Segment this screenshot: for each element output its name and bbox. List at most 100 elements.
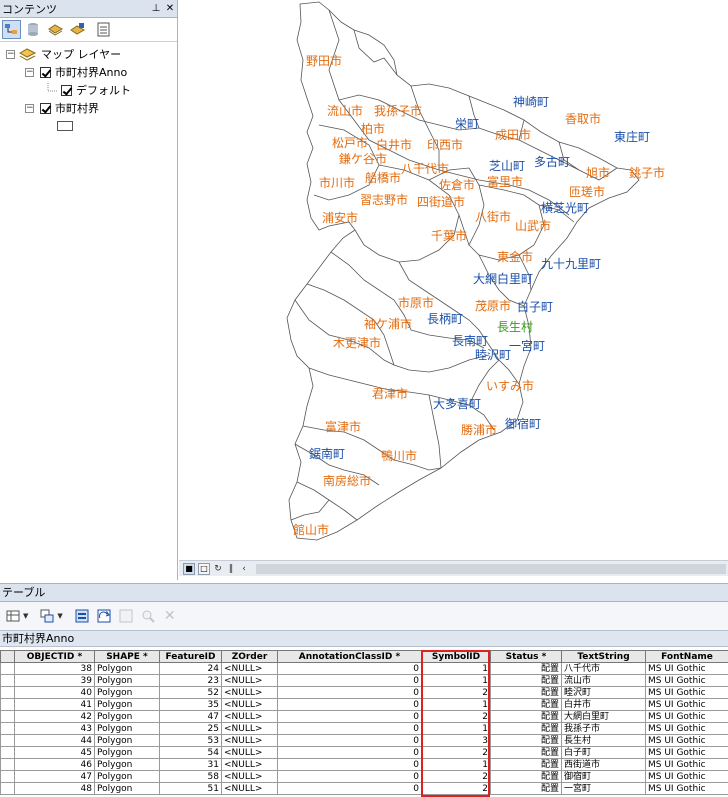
table-cell[interactable]: 配置 xyxy=(490,734,562,747)
row-selector[interactable] xyxy=(0,746,15,759)
table-cell[interactable]: 0 xyxy=(277,746,422,759)
layout-view-icon[interactable]: □ xyxy=(198,562,210,575)
column-header[interactable]: ZOrder xyxy=(221,650,278,663)
table-row[interactable]: 47 Polygon 58 <NULL> 0 2 配置 御宿町 MS UI Gothic xyxy=(0,770,728,783)
table-cell[interactable]: 1 xyxy=(421,662,491,675)
table-row[interactable]: 44 Polygon 53 <NULL> 0 3 配置 長生村 MS UI Gothic xyxy=(0,734,728,747)
table-cell[interactable]: MS UI Gothic xyxy=(645,710,728,723)
row-selector[interactable] xyxy=(0,722,15,735)
table-cell[interactable]: 38 xyxy=(14,662,95,675)
table-options-dropdown-icon[interactable]: ▼ xyxy=(23,612,28,620)
row-selector[interactable] xyxy=(0,698,15,711)
table-row[interactable]: 39 Polygon 23 <NULL> 0 1 配置 流山市 MS UI Gothic xyxy=(0,674,728,687)
table-cell[interactable]: 一宮町 xyxy=(561,782,646,795)
table-cell[interactable]: 2 xyxy=(421,686,491,699)
table-cell[interactable]: 配置 xyxy=(490,770,562,783)
column-header[interactable]: FontName xyxy=(645,650,728,663)
row-selector[interactable] xyxy=(0,770,15,783)
table-cell[interactable]: MS UI Gothic xyxy=(645,674,728,687)
table-cell[interactable]: MS UI Gothic xyxy=(645,662,728,675)
delete-selected-icon[interactable]: ✕ xyxy=(161,607,179,625)
table-row[interactable]: 46 Polygon 31 <NULL> 0 1 配置 西街道市 MS UI Gothic xyxy=(0,758,728,771)
tree-row-poly-symbol[interactable] xyxy=(57,118,73,134)
table-cell[interactable]: 流山市 xyxy=(561,674,646,687)
table-cell[interactable]: Polygon xyxy=(94,782,160,795)
table-cell[interactable]: 52 xyxy=(159,686,222,699)
table-cell[interactable]: 25 xyxy=(159,722,222,735)
table-cell[interactable]: Polygon xyxy=(94,674,160,687)
refresh-icon[interactable]: ↻ xyxy=(213,564,223,574)
table-cell[interactable]: <NULL> xyxy=(221,686,278,699)
row-selector[interactable] xyxy=(0,710,15,723)
table-cell[interactable]: 24 xyxy=(159,662,222,675)
row-selector[interactable] xyxy=(0,686,15,699)
table-cell[interactable]: Polygon xyxy=(94,770,160,783)
table-cell[interactable]: Polygon xyxy=(94,698,160,711)
table-cell[interactable]: 長生村 xyxy=(561,734,646,747)
options-icon[interactable] xyxy=(94,20,113,39)
table-cell[interactable]: 配置 xyxy=(490,710,562,723)
table-cell[interactable]: 1 xyxy=(421,722,491,735)
table-cell[interactable]: 0 xyxy=(277,734,422,747)
related-tables-icon[interactable] xyxy=(38,607,56,625)
tree-row-map-layers[interactable]: − マップ レイヤー xyxy=(6,46,121,62)
table-cell[interactable]: 0 xyxy=(277,686,422,699)
table-cell[interactable]: 47 xyxy=(159,710,222,723)
table-cell[interactable]: MS UI Gothic xyxy=(645,722,728,735)
table-cell[interactable]: 0 xyxy=(277,770,422,783)
table-row[interactable]: 40 Polygon 52 <NULL> 0 2 配置 睦沢町 MS UI Gothic xyxy=(0,686,728,699)
table-cell[interactable]: MS UI Gothic xyxy=(645,734,728,747)
zoom-to-selected-icon[interactable] xyxy=(139,607,157,625)
list-by-drawing-order-icon[interactable] xyxy=(2,20,21,39)
list-by-selection-icon[interactable] xyxy=(68,20,87,39)
map-view[interactable]: 野田市 流山市 我孫子市 柏市 松戸市 白井市 印西市 成田市 香取市 鎌ケ谷市 八千代市 旭市 銚子市… xyxy=(179,0,728,560)
table-cell[interactable]: 八千代市 xyxy=(561,662,646,675)
table-cell[interactable]: Polygon xyxy=(94,686,160,699)
table-cell[interactable]: 大網白里町 xyxy=(561,710,646,723)
table-cell[interactable]: 41 xyxy=(14,698,95,711)
related-tables-dropdown-icon[interactable]: ▼ xyxy=(57,612,62,620)
tree-row-anno-class[interactable]: デフォルト xyxy=(45,82,131,98)
table-cell[interactable]: 40 xyxy=(14,686,95,699)
table-cell[interactable]: 白井市 xyxy=(561,698,646,711)
row-selector[interactable] xyxy=(0,674,15,687)
table-options-icon[interactable] xyxy=(4,607,22,625)
table-row[interactable]: 41 Polygon 35 <NULL> 0 1 配置 白井市 MS UI Gothic xyxy=(0,698,728,711)
close-icon[interactable]: ✕ xyxy=(163,3,177,14)
table-cell[interactable]: Polygon xyxy=(94,746,160,759)
row-selector[interactable] xyxy=(0,662,15,675)
table-cell[interactable]: MS UI Gothic xyxy=(645,782,728,795)
column-header[interactable]: Status * xyxy=(490,650,562,663)
table-cell[interactable]: 0 xyxy=(277,662,422,675)
table-cell[interactable]: 西街道市 xyxy=(561,758,646,771)
data-view-icon[interactable]: ■ xyxy=(183,562,195,575)
table-cell[interactable]: MS UI Gothic xyxy=(645,698,728,711)
table-cell[interactable]: 43 xyxy=(14,722,95,735)
collapse-icon[interactable]: − xyxy=(25,103,34,113)
table-cell[interactable]: <NULL> xyxy=(221,722,278,735)
table-cell[interactable]: <NULL> xyxy=(221,758,278,771)
column-header[interactable]: SymbolID xyxy=(421,650,491,663)
table-cell[interactable]: Polygon xyxy=(94,734,160,747)
table-cell[interactable]: 58 xyxy=(159,770,222,783)
list-by-source-icon[interactable] xyxy=(24,20,43,39)
table-cell[interactable]: 配置 xyxy=(490,698,562,711)
table-cell[interactable]: 御宿町 xyxy=(561,770,646,783)
table-cell[interactable]: 1 xyxy=(421,758,491,771)
map-canvas[interactable]: 野田市流山市 我孫子市柏市松戸市 白井市 印西市 成田市 香取市鎌ケ谷市八千代市 旭市 銚子市… xyxy=(179,0,728,560)
table-cell[interactable]: 配置 xyxy=(490,758,562,771)
table-cell[interactable]: MS UI Gothic xyxy=(645,686,728,699)
table-cell[interactable]: 47 xyxy=(14,770,95,783)
table-cell[interactable]: 54 xyxy=(159,746,222,759)
column-header[interactable]: AnnotationClassID * xyxy=(277,650,422,663)
collapse-icon[interactable]: − xyxy=(25,67,34,77)
table-cell[interactable]: MS UI Gothic xyxy=(645,770,728,783)
row-selector[interactable] xyxy=(0,758,15,771)
table-cell[interactable]: 45 xyxy=(14,746,95,759)
table-cell[interactable]: <NULL> xyxy=(221,782,278,795)
table-row[interactable]: 45 Polygon 54 <NULL> 0 2 配置 白子町 MS UI Gothic xyxy=(0,746,728,759)
table-cell[interactable]: 23 xyxy=(159,674,222,687)
table-cell[interactable]: Polygon xyxy=(94,758,160,771)
table-cell[interactable]: <NULL> xyxy=(221,662,278,675)
table-cell[interactable]: 31 xyxy=(159,758,222,771)
